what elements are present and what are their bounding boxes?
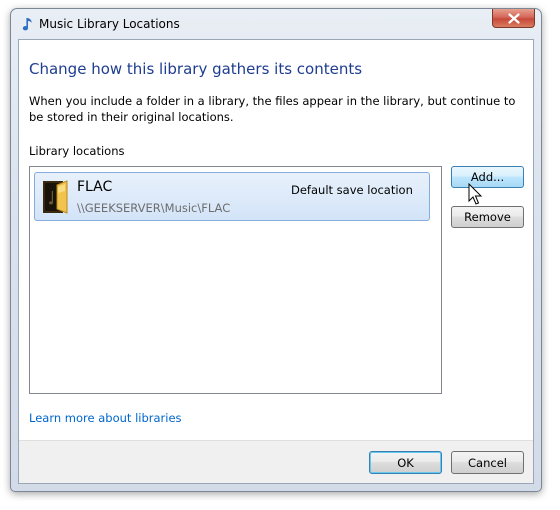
- learn-more-link[interactable]: Learn more about libraries: [29, 411, 182, 425]
- default-save-location-label: Default save location: [291, 183, 413, 197]
- dialog-heading: Change how this library gathers its cont…: [29, 60, 363, 78]
- location-path: \\GEEKSERVER\Music\FLAC: [77, 201, 231, 215]
- cancel-button[interactable]: Cancel: [451, 451, 524, 474]
- mouse-cursor-icon: [468, 183, 483, 205]
- dialog-description: When you include a folder in a library, …: [29, 94, 516, 124]
- library-locations-list[interactable]: FLAC \\GEEKSERVER\Music\FLAC Default sav…: [29, 166, 442, 394]
- library-locations-label: Library locations: [29, 144, 125, 158]
- title-bar[interactable]: Music Library Locations: [11, 9, 541, 39]
- location-name: FLAC: [77, 179, 113, 195]
- remove-button[interactable]: Remove: [451, 206, 524, 228]
- window-title: Music Library Locations: [39, 17, 180, 31]
- add-button[interactable]: Add...: [451, 166, 524, 188]
- dialog-window: Music Library Locations Change how this …: [10, 8, 542, 492]
- close-button[interactable]: [492, 9, 535, 28]
- ok-button[interactable]: OK: [369, 451, 442, 474]
- dialog-footer: OK Cancel: [19, 440, 533, 483]
- close-icon: [507, 12, 520, 24]
- list-item[interactable]: FLAC \\GEEKSERVER\Music\FLAC Default sav…: [34, 172, 430, 221]
- dialog-content: Change how this library gathers its cont…: [18, 39, 534, 484]
- music-note-icon: [22, 18, 32, 31]
- folder-icon: [43, 180, 68, 214]
